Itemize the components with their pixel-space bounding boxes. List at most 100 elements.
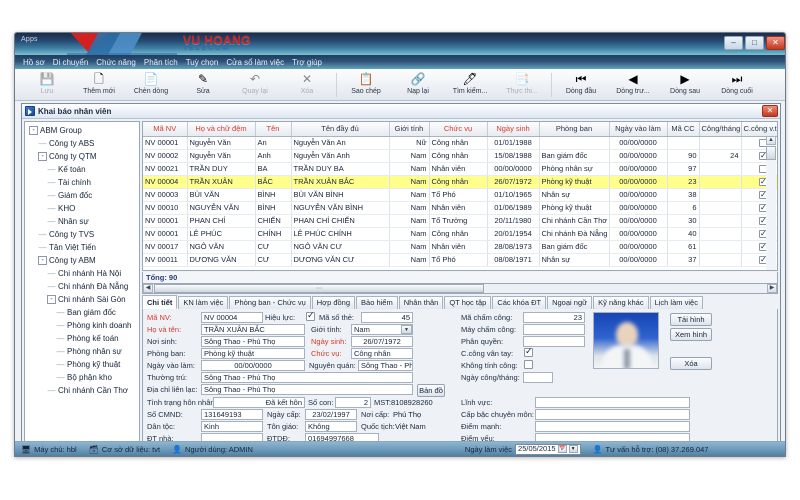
column-header-11[interactable]: C.công v.tay: [741, 122, 778, 136]
menu-item-3[interactable]: Phân tích: [140, 58, 182, 67]
tree-node[interactable]: -ABM Group: [27, 124, 139, 137]
table-row[interactable]: NV 00011DƯƠNG VĂNCƯDƯƠNG VĂN CƯNamTổ Phó…: [143, 253, 778, 266]
tree-node[interactable]: —KHO: [27, 202, 139, 215]
tree-node[interactable]: —Nhân sự: [27, 215, 139, 228]
table-row[interactable]: NV 00004TRẦN XUÂNBẮCTRẦN XUÂN BẮCNamCông…: [143, 175, 778, 188]
combo-gioi-tinh[interactable]: Nam ▼: [351, 324, 413, 335]
checkbox-hieu-luc[interactable]: [306, 312, 315, 321]
menu-item-6[interactable]: Trợ giúp: [288, 58, 326, 67]
tree-node[interactable]: —Kế toán: [27, 163, 139, 176]
tree-node[interactable]: —Phòng nhân sự: [27, 345, 139, 358]
toolbar-first-row-button[interactable]: ⏮Dòng đầu: [555, 71, 607, 100]
tree-node[interactable]: —Phòng kế toán: [27, 332, 139, 345]
horizontal-scroll-thumb[interactable]: ⋯: [154, 284, 484, 293]
toolbar-search-button[interactable]: 🖊Tìm kiếm...: [444, 71, 496, 100]
column-header-2[interactable]: Tên: [255, 122, 291, 136]
table-row[interactable]: NV 00021TRẦN DUYBATRẦN DUY BANamNhân viê…: [143, 162, 778, 175]
tree-node[interactable]: —Phòng kỹ thuật: [27, 358, 139, 371]
tree-node[interactable]: —Công ty TVS: [27, 228, 139, 241]
input-phong-ban[interactable]: Phòng kỹ thuật: [201, 348, 305, 359]
scroll-up-button[interactable]: ▲: [766, 136, 776, 145]
tab-1[interactable]: KN làm việc: [178, 296, 228, 309]
menu-item-0[interactable]: Hồ sơ: [19, 58, 49, 67]
tab-0[interactable]: Chi tiết: [142, 295, 177, 309]
toolbar-edit-button[interactable]: ✎Sửa: [177, 71, 229, 100]
menu-item-2[interactable]: Chức năng: [92, 58, 140, 67]
toolbar-reload-button[interactable]: 🔗Nạp lại: [392, 71, 444, 100]
table-row[interactable]: NV 00003BÙI VĂNBÌNHBÙI VĂN BÌNHNamTổ Phó…: [143, 188, 778, 201]
table-row[interactable]: NV 00001LÊ PHÚCCHÍNHLÊ PHÚC CHÍNHNamCông…: [143, 227, 778, 240]
table-row[interactable]: NV 00001Nguyễn VănAnNguyễn Văn AnNữCông …: [143, 136, 778, 149]
tab-4[interactable]: Bảo hiểm: [356, 296, 398, 309]
column-header-8[interactable]: Ngày vào làm: [609, 122, 667, 136]
column-header-10[interactable]: Công/tháng: [699, 122, 741, 136]
delete-photo-button[interactable]: Xóa: [670, 357, 712, 370]
toolbar-prev-row-button[interactable]: ◀Dòng trư...: [607, 71, 659, 100]
minimize-button[interactable]: –: [724, 36, 743, 50]
input-ma-cham-cong[interactable]: 23: [523, 312, 585, 323]
table-row[interactable]: NV 00001PHAN CHÍCHIẾNPHAN CHÍ CHIẾNNamTổ…: [143, 214, 778, 227]
column-header-4[interactable]: Giới tính: [389, 122, 429, 136]
table-row[interactable]: NV 00017NGÔ VĂNCƯNGÔ VĂN CƯNamNhân viên2…: [143, 240, 778, 253]
column-header-6[interactable]: Ngày sinh: [487, 122, 539, 136]
tree-node[interactable]: —Công ty ABS: [27, 137, 139, 150]
tab-3[interactable]: Hợp đồng: [312, 296, 355, 309]
input-ma-so-the[interactable]: 45: [361, 312, 413, 323]
calendar-icon[interactable]: 📅: [558, 445, 567, 453]
menu-item-5[interactable]: Cửa sổ làm việc: [222, 58, 288, 67]
input-thuong-tru[interactable]: Sông Thao - Phú Thọ: [201, 372, 413, 383]
input-so-con[interactable]: 2: [335, 397, 371, 408]
input-so-cmnd[interactable]: 131649193: [201, 409, 263, 420]
view-photo-button[interactable]: Xem hình: [670, 328, 712, 341]
table-row[interactable]: NV 00010NGUYỄN VĂNBÌNHNGUYỄN VĂN BÌNHNam…: [143, 201, 778, 214]
input-noi-sinh[interactable]: Sông Thao - Phú Thọ: [201, 336, 305, 347]
input-tinh-trang-hon-nhan[interactable]: Đã kết hôn: [213, 397, 305, 408]
tree-node[interactable]: —Giám đốc: [27, 189, 139, 202]
toolbar-last-row-button[interactable]: ⏭Dòng cuối: [711, 71, 763, 100]
tree-node[interactable]: -Công ty QTM: [27, 150, 139, 163]
grid-horizontal-scrollbar[interactable]: ◀ ⋯ ▶: [142, 283, 778, 294]
close-button[interactable]: ✕: [766, 36, 785, 50]
tree-node[interactable]: —Chi nhánh Đà Nẵng: [27, 280, 139, 293]
tree-expander-icon[interactable]: -: [38, 152, 47, 161]
tab-5[interactable]: Nhân thân: [399, 296, 444, 309]
tree-node[interactable]: —Phòng kinh doanh: [27, 319, 139, 332]
column-header-5[interactable]: Chức vụ: [429, 122, 487, 136]
column-header-1[interactable]: Họ và chữ đệm: [187, 122, 255, 136]
tree-node[interactable]: —Tài chính: [27, 176, 139, 189]
toolbar-new-record-button[interactable]: 🗋Thêm mới: [73, 71, 125, 100]
tree-expander-icon[interactable]: -: [38, 256, 47, 265]
upload-photo-button[interactable]: Tải hình: [670, 313, 712, 326]
tree-expander-icon[interactable]: -: [47, 295, 56, 304]
tab-8[interactable]: Ngoại ngữ: [547, 296, 592, 309]
column-header-3[interactable]: Tên đầy đủ: [291, 122, 389, 136]
tab-10[interactable]: Lịch làm việc: [650, 296, 703, 309]
scroll-left-button[interactable]: ◀: [143, 284, 153, 293]
tab-2[interactable]: Phòng ban - Chức vụ: [229, 296, 310, 309]
vertical-scroll-thumb[interactable]: [766, 146, 776, 160]
input-diem-manh[interactable]: [535, 421, 690, 432]
input-ngay-cong-thang[interactable]: [523, 372, 553, 383]
chevron-down-icon[interactable]: ▼: [569, 445, 578, 453]
tab-7[interactable]: Các khóa ĐT: [492, 296, 546, 309]
map-button[interactable]: Bản đồ: [417, 384, 445, 397]
menu-item-4[interactable]: Tuỳ chọn: [182, 58, 223, 67]
tree-node[interactable]: —Bộ phận kho: [27, 371, 139, 384]
toolbar-copy-button[interactable]: 📋Sao chép: [340, 71, 392, 100]
input-ton-giao[interactable]: Không: [305, 421, 357, 432]
tab-6[interactable]: QT học tập: [444, 296, 491, 309]
input-nguyen-quan[interactable]: Sông Thao - Phú Th: [358, 360, 413, 371]
scroll-right-button[interactable]: ▶: [767, 284, 777, 293]
input-linh-vuc[interactable]: [535, 397, 690, 408]
tree-node[interactable]: -Công ty ABM: [27, 254, 139, 267]
chevron-down-icon[interactable]: ▼: [401, 325, 412, 334]
tree-node[interactable]: -Chi nhánh Sài Gòn: [27, 293, 139, 306]
grid-vertical-scrollbar[interactable]: ▲: [766, 136, 776, 271]
table-row[interactable]: NV 00002Nguyễn VănAnhNguyễn Văn AnhNamCô…: [143, 149, 778, 162]
toolbar-next-row-button[interactable]: ▶Dòng sau: [659, 71, 711, 100]
checkbox-ccong-van-tay[interactable]: [524, 348, 533, 357]
tab-9[interactable]: Kỹ năng khác: [593, 296, 648, 309]
input-dan-toc[interactable]: Kinh: [201, 421, 263, 432]
checkbox-khong-tinh-cong[interactable]: [524, 360, 533, 369]
tree-node[interactable]: —Chi nhánh Cần Thơ: [27, 384, 139, 397]
